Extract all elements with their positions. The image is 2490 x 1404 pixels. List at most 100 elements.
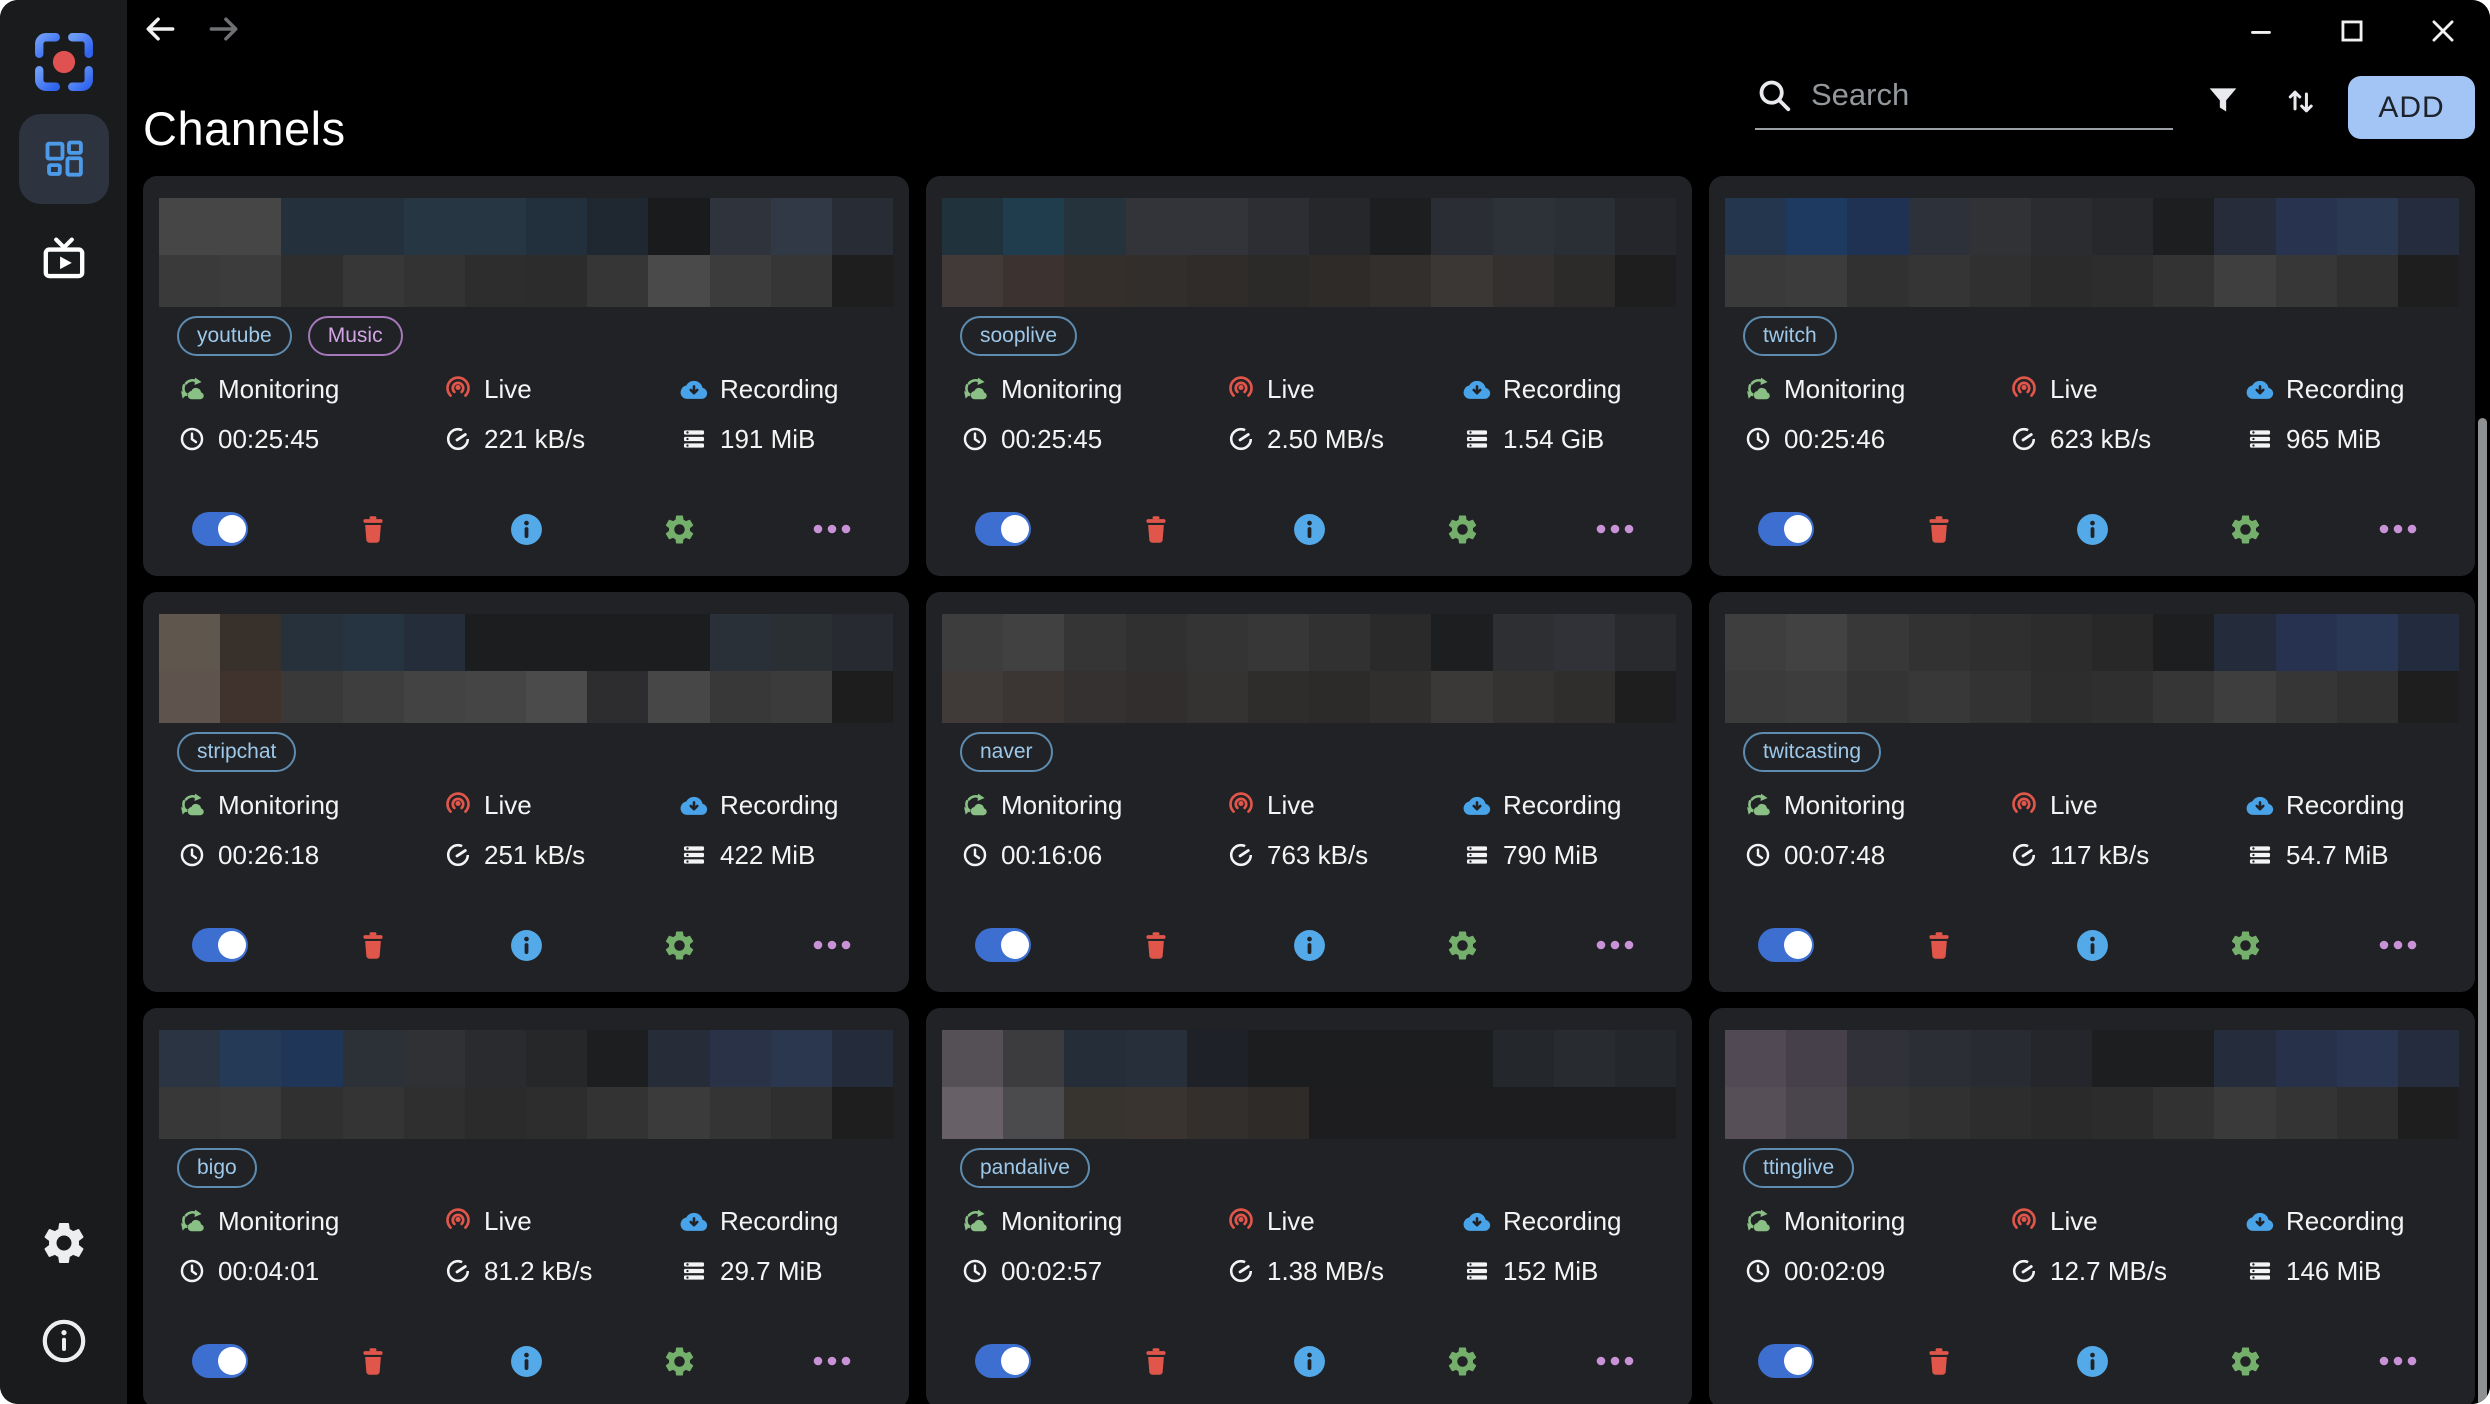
live-label: Live: [1267, 790, 1315, 821]
info-button[interactable]: [1292, 512, 1327, 547]
delete-button[interactable]: [1140, 1345, 1172, 1377]
enable-toggle[interactable]: [1758, 512, 1814, 546]
storage-icon: [2245, 1256, 2275, 1286]
channel-settings-button[interactable]: [662, 928, 697, 963]
toggle-knob: [1784, 515, 1812, 543]
blur-tile: [2214, 255, 2275, 307]
channel-settings-button[interactable]: [2228, 928, 2263, 963]
info-button[interactable]: [1292, 928, 1327, 963]
info-button[interactable]: [2075, 928, 2110, 963]
blur-tile: [2031, 255, 2092, 307]
enable-toggle[interactable]: [975, 512, 1031, 546]
sidebar-item-channels[interactable]: [19, 114, 109, 204]
speedometer-icon: [1226, 840, 1256, 870]
enable-toggle[interactable]: [1758, 928, 1814, 962]
speedometer-icon: [2009, 1256, 2039, 1286]
info-button[interactable]: [509, 1344, 544, 1379]
enable-toggle[interactable]: [975, 1344, 1031, 1378]
enable-toggle[interactable]: [975, 928, 1031, 962]
clock-icon: [1743, 424, 1773, 454]
live-bitrate: 221 kB/s: [484, 424, 585, 455]
cloud-download-icon: [1462, 790, 1492, 820]
close-button[interactable]: [2426, 14, 2460, 48]
storage-icon: [679, 424, 709, 454]
sidebar-item-player[interactable]: [34, 230, 94, 290]
monitoring-duration: 00:16:06: [1001, 840, 1102, 871]
delete-button[interactable]: [1140, 513, 1172, 545]
toggle-knob: [1784, 931, 1812, 959]
add-channel-button[interactable]: ADD: [2348, 76, 2475, 139]
tag-row: naver: [960, 732, 1053, 772]
minimize-button[interactable]: [2244, 14, 2278, 48]
blur-tile: [648, 1030, 709, 1087]
more-button[interactable]: [2379, 1355, 2417, 1367]
back-arrow-button[interactable]: [141, 10, 179, 48]
enable-toggle[interactable]: [192, 1344, 248, 1378]
card-actions: [143, 506, 909, 552]
blur-tile: [1187, 198, 1248, 255]
sort-icon[interactable]: [2283, 82, 2321, 120]
info-button[interactable]: [2075, 1344, 2110, 1379]
channel-settings-button[interactable]: [1445, 1344, 1480, 1379]
delete-button[interactable]: [357, 513, 389, 545]
blur-tile: [832, 671, 893, 723]
channel-card: pandalive Monitoring 00:02:57 Live: [926, 1008, 1692, 1404]
channel-settings-button[interactable]: [662, 512, 697, 547]
more-button[interactable]: [2379, 523, 2417, 535]
maximize-button[interactable]: [2335, 14, 2369, 48]
search-field[interactable]: [1755, 76, 2173, 130]
enable-toggle[interactable]: [1758, 1344, 1814, 1378]
enable-toggle[interactable]: [192, 512, 248, 546]
more-button[interactable]: [813, 523, 851, 535]
more-button[interactable]: [1596, 523, 1634, 535]
delete-button[interactable]: [1923, 513, 1955, 545]
blur-tile: [1493, 1030, 1554, 1087]
blur-tile: [710, 671, 771, 723]
more-button[interactable]: [2379, 939, 2417, 951]
sidebar-item-about[interactable]: [35, 1312, 93, 1370]
more-button[interactable]: [813, 1355, 851, 1367]
scrollbar-thumb[interactable]: [2478, 418, 2487, 1404]
blur-tile: [159, 1087, 220, 1139]
channel-settings-button[interactable]: [1445, 928, 1480, 963]
recording-stat: Recording 146 MiB: [2245, 1204, 2405, 1288]
more-button[interactable]: [813, 939, 851, 951]
platform-tag: ttinglive: [1743, 1148, 1854, 1188]
live-bitrate: 81.2 kB/s: [484, 1256, 592, 1287]
delete-button[interactable]: [1923, 1345, 1955, 1377]
channel-settings-button[interactable]: [2228, 512, 2263, 547]
recorded-size: 54.7 MiB: [2286, 840, 2389, 871]
delete-button[interactable]: [357, 929, 389, 961]
info-button[interactable]: [509, 512, 544, 547]
blur-tile: [1909, 1087, 1970, 1139]
speedometer-icon: [2009, 424, 2039, 454]
blur-tile: [1725, 614, 1786, 671]
forward-arrow-button[interactable]: [205, 10, 243, 48]
monitoring-stat: Monitoring 00:25:46: [1743, 372, 1905, 456]
filter-icon[interactable]: [2204, 82, 2242, 120]
card-actions: [926, 506, 1692, 552]
toggle-knob: [218, 515, 246, 543]
search-input[interactable]: [1809, 76, 2143, 114]
monitoring-stat: Monitoring 00:25:45: [177, 372, 339, 456]
blur-tile: [1431, 614, 1492, 671]
channel-settings-button[interactable]: [2228, 1344, 2263, 1379]
clock-icon: [960, 1256, 990, 1286]
enable-toggle[interactable]: [192, 928, 248, 962]
info-button[interactable]: [1292, 1344, 1327, 1379]
monitoring-duration: 00:02:57: [1001, 1256, 1102, 1287]
live-bitrate: 763 kB/s: [1267, 840, 1368, 871]
delete-button[interactable]: [1140, 929, 1172, 961]
blur-tile: [1493, 1087, 1554, 1139]
info-button[interactable]: [509, 928, 544, 963]
delete-button[interactable]: [357, 1345, 389, 1377]
delete-button[interactable]: [1923, 929, 1955, 961]
more-button[interactable]: [1596, 939, 1634, 951]
sidebar-item-settings[interactable]: [35, 1214, 93, 1272]
clock-icon: [177, 840, 207, 870]
more-button[interactable]: [1596, 1355, 1634, 1367]
channel-settings-button[interactable]: [662, 1344, 697, 1379]
info-button[interactable]: [2075, 512, 2110, 547]
channel-settings-button[interactable]: [1445, 512, 1480, 547]
monitoring-label: Monitoring: [1001, 790, 1122, 821]
